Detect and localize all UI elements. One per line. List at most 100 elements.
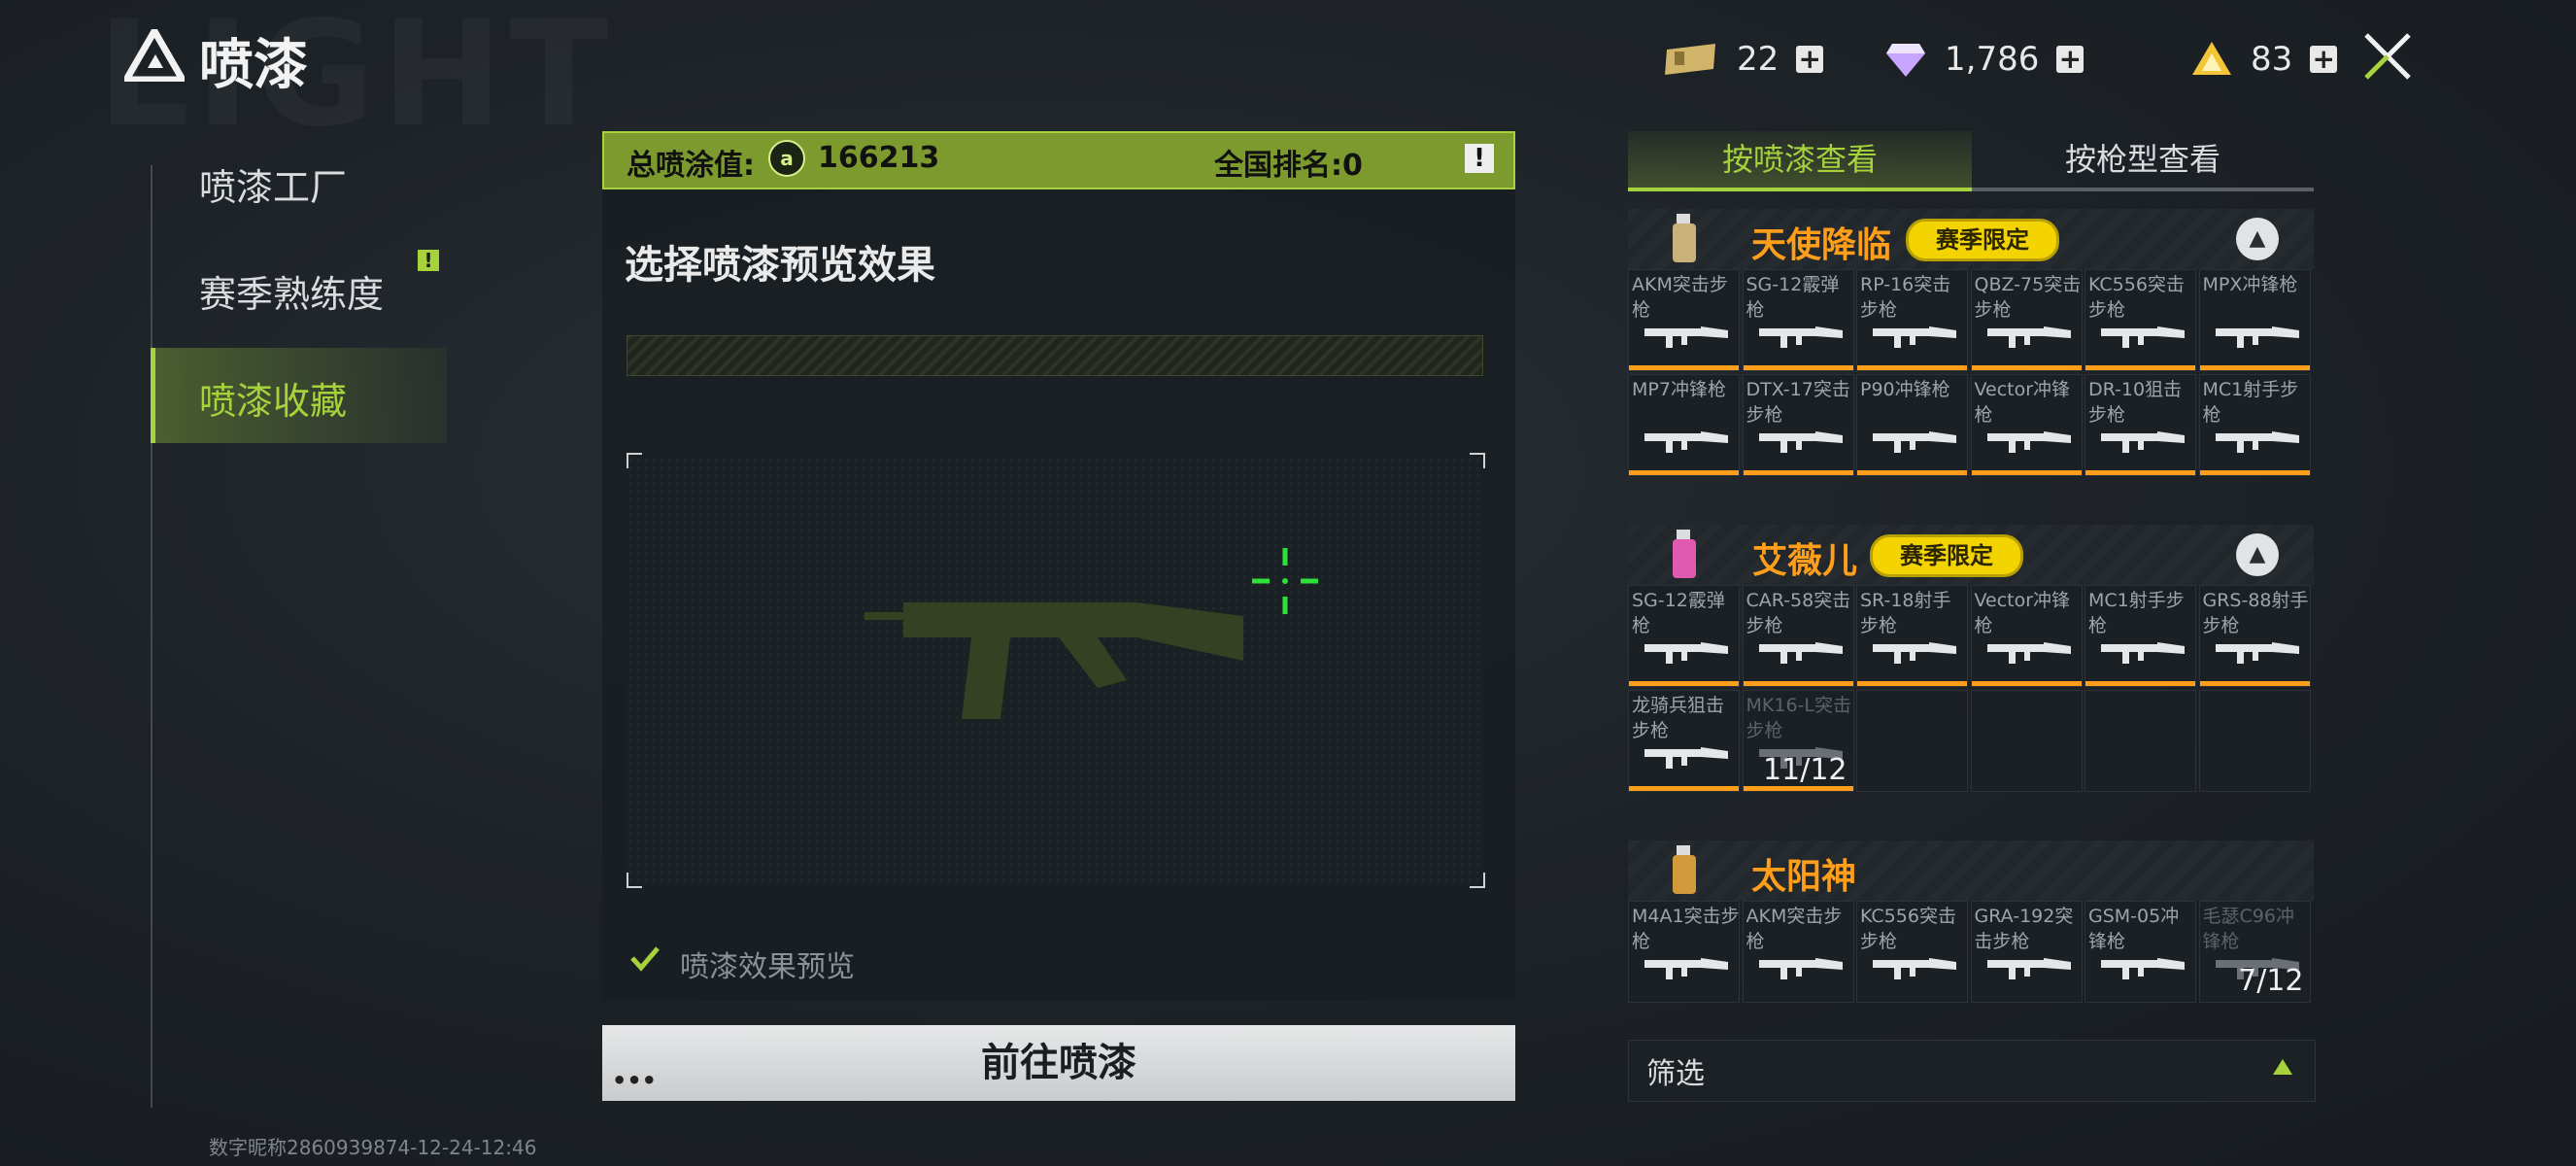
crosshair-icon bbox=[1252, 548, 1318, 614]
preview-checkbox[interactable] bbox=[627, 941, 663, 977]
close-icon[interactable] bbox=[2360, 29, 2415, 84]
weapon-spray-cell[interactable]: GRA-192突击步枪 bbox=[1970, 901, 2083, 1003]
currency-ticket: 22 + bbox=[1661, 35, 1824, 84]
frame-corner bbox=[627, 453, 642, 468]
orange-rarity-bar bbox=[1629, 365, 1739, 370]
weapon-name: CAR-58突击步枪 bbox=[1746, 590, 1851, 636]
spray-group-name: 天使降临 bbox=[1751, 225, 1892, 265]
weapon-spray-cell[interactable]: 龙骑兵狙击步枪 bbox=[1628, 690, 1740, 792]
season-limited-badge: 赛季限定 bbox=[1870, 534, 2023, 577]
weapon-spray-cell[interactable]: MP7冲锋枪 bbox=[1628, 374, 1740, 476]
weapon-icon bbox=[1758, 431, 1843, 453]
add-diamond-button[interactable]: + bbox=[2056, 46, 2085, 73]
weapon-spray-cell[interactable]: Vector冲锋枪 bbox=[1970, 585, 2083, 687]
nav-item-spray-factory[interactable]: 喷漆工厂 bbox=[199, 157, 347, 211]
ticket-icon bbox=[1665, 44, 1715, 75]
weapon-name: MPX冲锋枪 bbox=[2202, 274, 2298, 295]
weapon-spray-cell[interactable]: Vector冲锋枪 bbox=[1970, 374, 2083, 476]
add-ticket-button[interactable]: + bbox=[1796, 46, 1824, 73]
weapon-name: AKM突击步枪 bbox=[1746, 906, 1843, 952]
collection-count: 11/12 bbox=[1763, 753, 1847, 787]
weapon-icon bbox=[1644, 642, 1728, 664]
tab-by-spray[interactable]: 按喷漆查看 bbox=[1628, 131, 1972, 191]
spray-select-bar[interactable] bbox=[627, 335, 1483, 376]
spray-can-icon bbox=[1673, 530, 1696, 578]
national-rank: 全国排名:0 bbox=[1214, 149, 1363, 183]
weapon-icon bbox=[1873, 642, 1956, 664]
weapon-spray-cell[interactable]: SG-12霰弹枪 bbox=[1628, 585, 1740, 687]
weapon-name: 龙骑兵狙击步枪 bbox=[1632, 695, 1725, 741]
app-logo-icon bbox=[124, 29, 185, 82]
weapon-spray-cell[interactable]: CAR-58突击步枪 bbox=[1742, 585, 1854, 687]
triangle-coin-icon bbox=[2192, 42, 2231, 75]
weapon-spray-cell[interactable]: MC1射手步枪 bbox=[2198, 374, 2311, 476]
weapon-spray-cell[interactable]: AKM突击步枪 bbox=[1628, 269, 1740, 371]
empty-cell bbox=[1856, 690, 1968, 792]
weapon-icon bbox=[1873, 958, 1956, 979]
weapon-name: Vector冲锋枪 bbox=[1974, 379, 2071, 426]
weapon-name: MP7冲锋枪 bbox=[1632, 379, 1726, 400]
filter-arrow-icon bbox=[2273, 1059, 2292, 1075]
go-spray-button[interactable]: 前往喷漆 bbox=[602, 1025, 1515, 1101]
nav-item-season-mastery[interactable]: 赛季熟练度 bbox=[199, 264, 384, 318]
weapon-name: SG-12霰弹枪 bbox=[1746, 274, 1840, 321]
weapon-icon bbox=[2101, 326, 2185, 348]
weapon-spray-cell[interactable]: GSM-05冲锋枪 bbox=[2085, 901, 2196, 1003]
weapon-spray-cell[interactable]: P90冲锋枪 bbox=[1856, 374, 1968, 476]
weapon-spray-cell[interactable]: RP-16突击步枪 bbox=[1856, 269, 1968, 371]
weapon-icon bbox=[1873, 326, 1956, 348]
spray-group-header bbox=[1628, 840, 2314, 901]
weapon-spray-cell[interactable]: DTX-17突击步枪 bbox=[1742, 374, 1854, 476]
orange-rarity-bar bbox=[1743, 681, 1853, 686]
weapon-name: SG-12霰弹枪 bbox=[1632, 590, 1725, 636]
info-button[interactable]: ! bbox=[1465, 144, 1494, 173]
preview-checkbox-label: 喷漆效果预览 bbox=[680, 950, 855, 984]
weapon-icon bbox=[2215, 326, 2299, 348]
weapon-spray-cell[interactable]: 毛瑟C96冲锋枪 7/12 bbox=[2198, 901, 2311, 1003]
weapon-spray-cell[interactable]: KC556突击步枪 bbox=[2085, 269, 2196, 371]
season-limited-badge: 赛季限定 bbox=[1906, 219, 2059, 261]
weapon-icon bbox=[1758, 958, 1843, 979]
empty-cell bbox=[2198, 690, 2311, 792]
orange-rarity-bar bbox=[1629, 786, 1739, 791]
collapse-button[interactable]: ▲ bbox=[2236, 218, 2279, 260]
weapon-spray-cell[interactable]: DR-10狙击步枪 bbox=[2085, 374, 2196, 476]
weapon-name: GRA-192突击步枪 bbox=[1974, 906, 2074, 952]
orange-rarity-bar bbox=[1629, 681, 1739, 686]
orange-rarity-bar bbox=[2199, 470, 2310, 475]
orange-rarity-bar bbox=[2085, 365, 2195, 370]
tab-by-weapon[interactable]: 按枪型查看 bbox=[1972, 131, 2314, 191]
weapon-spray-cell[interactable]: SR-18射手步枪 bbox=[1856, 585, 1968, 687]
nav-item-spray-collection[interactable]: 喷漆收藏 bbox=[199, 371, 347, 425]
weapon-name: GRS-88射手步枪 bbox=[2202, 590, 2309, 636]
weapon-spray-cell[interactable]: MPX冲锋枪 bbox=[2198, 269, 2311, 371]
weapon-spray-cell[interactable]: SG-12霰弹枪 bbox=[1742, 269, 1854, 371]
weapon-spray-cell[interactable]: QBZ-75突击步枪 bbox=[1970, 269, 2083, 371]
add-coin-button[interactable]: + bbox=[2310, 46, 2338, 73]
orange-rarity-bar bbox=[1971, 681, 2082, 686]
orange-rarity-bar bbox=[1857, 681, 1967, 686]
orange-rarity-bar bbox=[1971, 470, 2082, 475]
weapon-icon bbox=[1758, 326, 1843, 348]
weapon-spray-cell[interactable]: MC1射手步枪 bbox=[2085, 585, 2196, 687]
weapon-name: P90冲锋枪 bbox=[1860, 379, 1950, 400]
spray-group-name: 太阳神 bbox=[1751, 857, 1857, 897]
currency-value: 22 bbox=[1737, 40, 1779, 79]
total-spray-value: 166213 bbox=[818, 141, 940, 175]
weapon-name: GSM-05冲锋枪 bbox=[2088, 906, 2180, 952]
diamond-icon bbox=[1886, 44, 1925, 77]
alert-badge: ! bbox=[418, 250, 439, 271]
weapon-icon bbox=[1986, 431, 2071, 453]
collapse-button[interactable]: ▲ bbox=[2236, 533, 2279, 576]
filter-dropdown[interactable] bbox=[1628, 1040, 2316, 1102]
weapon-icon bbox=[2215, 642, 2299, 664]
spray-group-name: 艾薇儿 bbox=[1752, 541, 1858, 581]
weapon-spray-cell[interactable]: MK16-L突击步枪 11/12 bbox=[1742, 690, 1854, 792]
weapon-spray-cell[interactable]: AKM突击步枪 bbox=[1742, 901, 1854, 1003]
weapon-spray-cell[interactable]: KC556突击步枪 bbox=[1856, 901, 1968, 1003]
orange-rarity-bar bbox=[1743, 470, 1853, 475]
frame-corner bbox=[627, 873, 642, 888]
weapon-icon bbox=[1873, 431, 1956, 453]
weapon-spray-cell[interactable]: GRS-88射手步枪 bbox=[2198, 585, 2311, 687]
weapon-spray-cell[interactable]: M4A1突击步枪 bbox=[1628, 901, 1740, 1003]
